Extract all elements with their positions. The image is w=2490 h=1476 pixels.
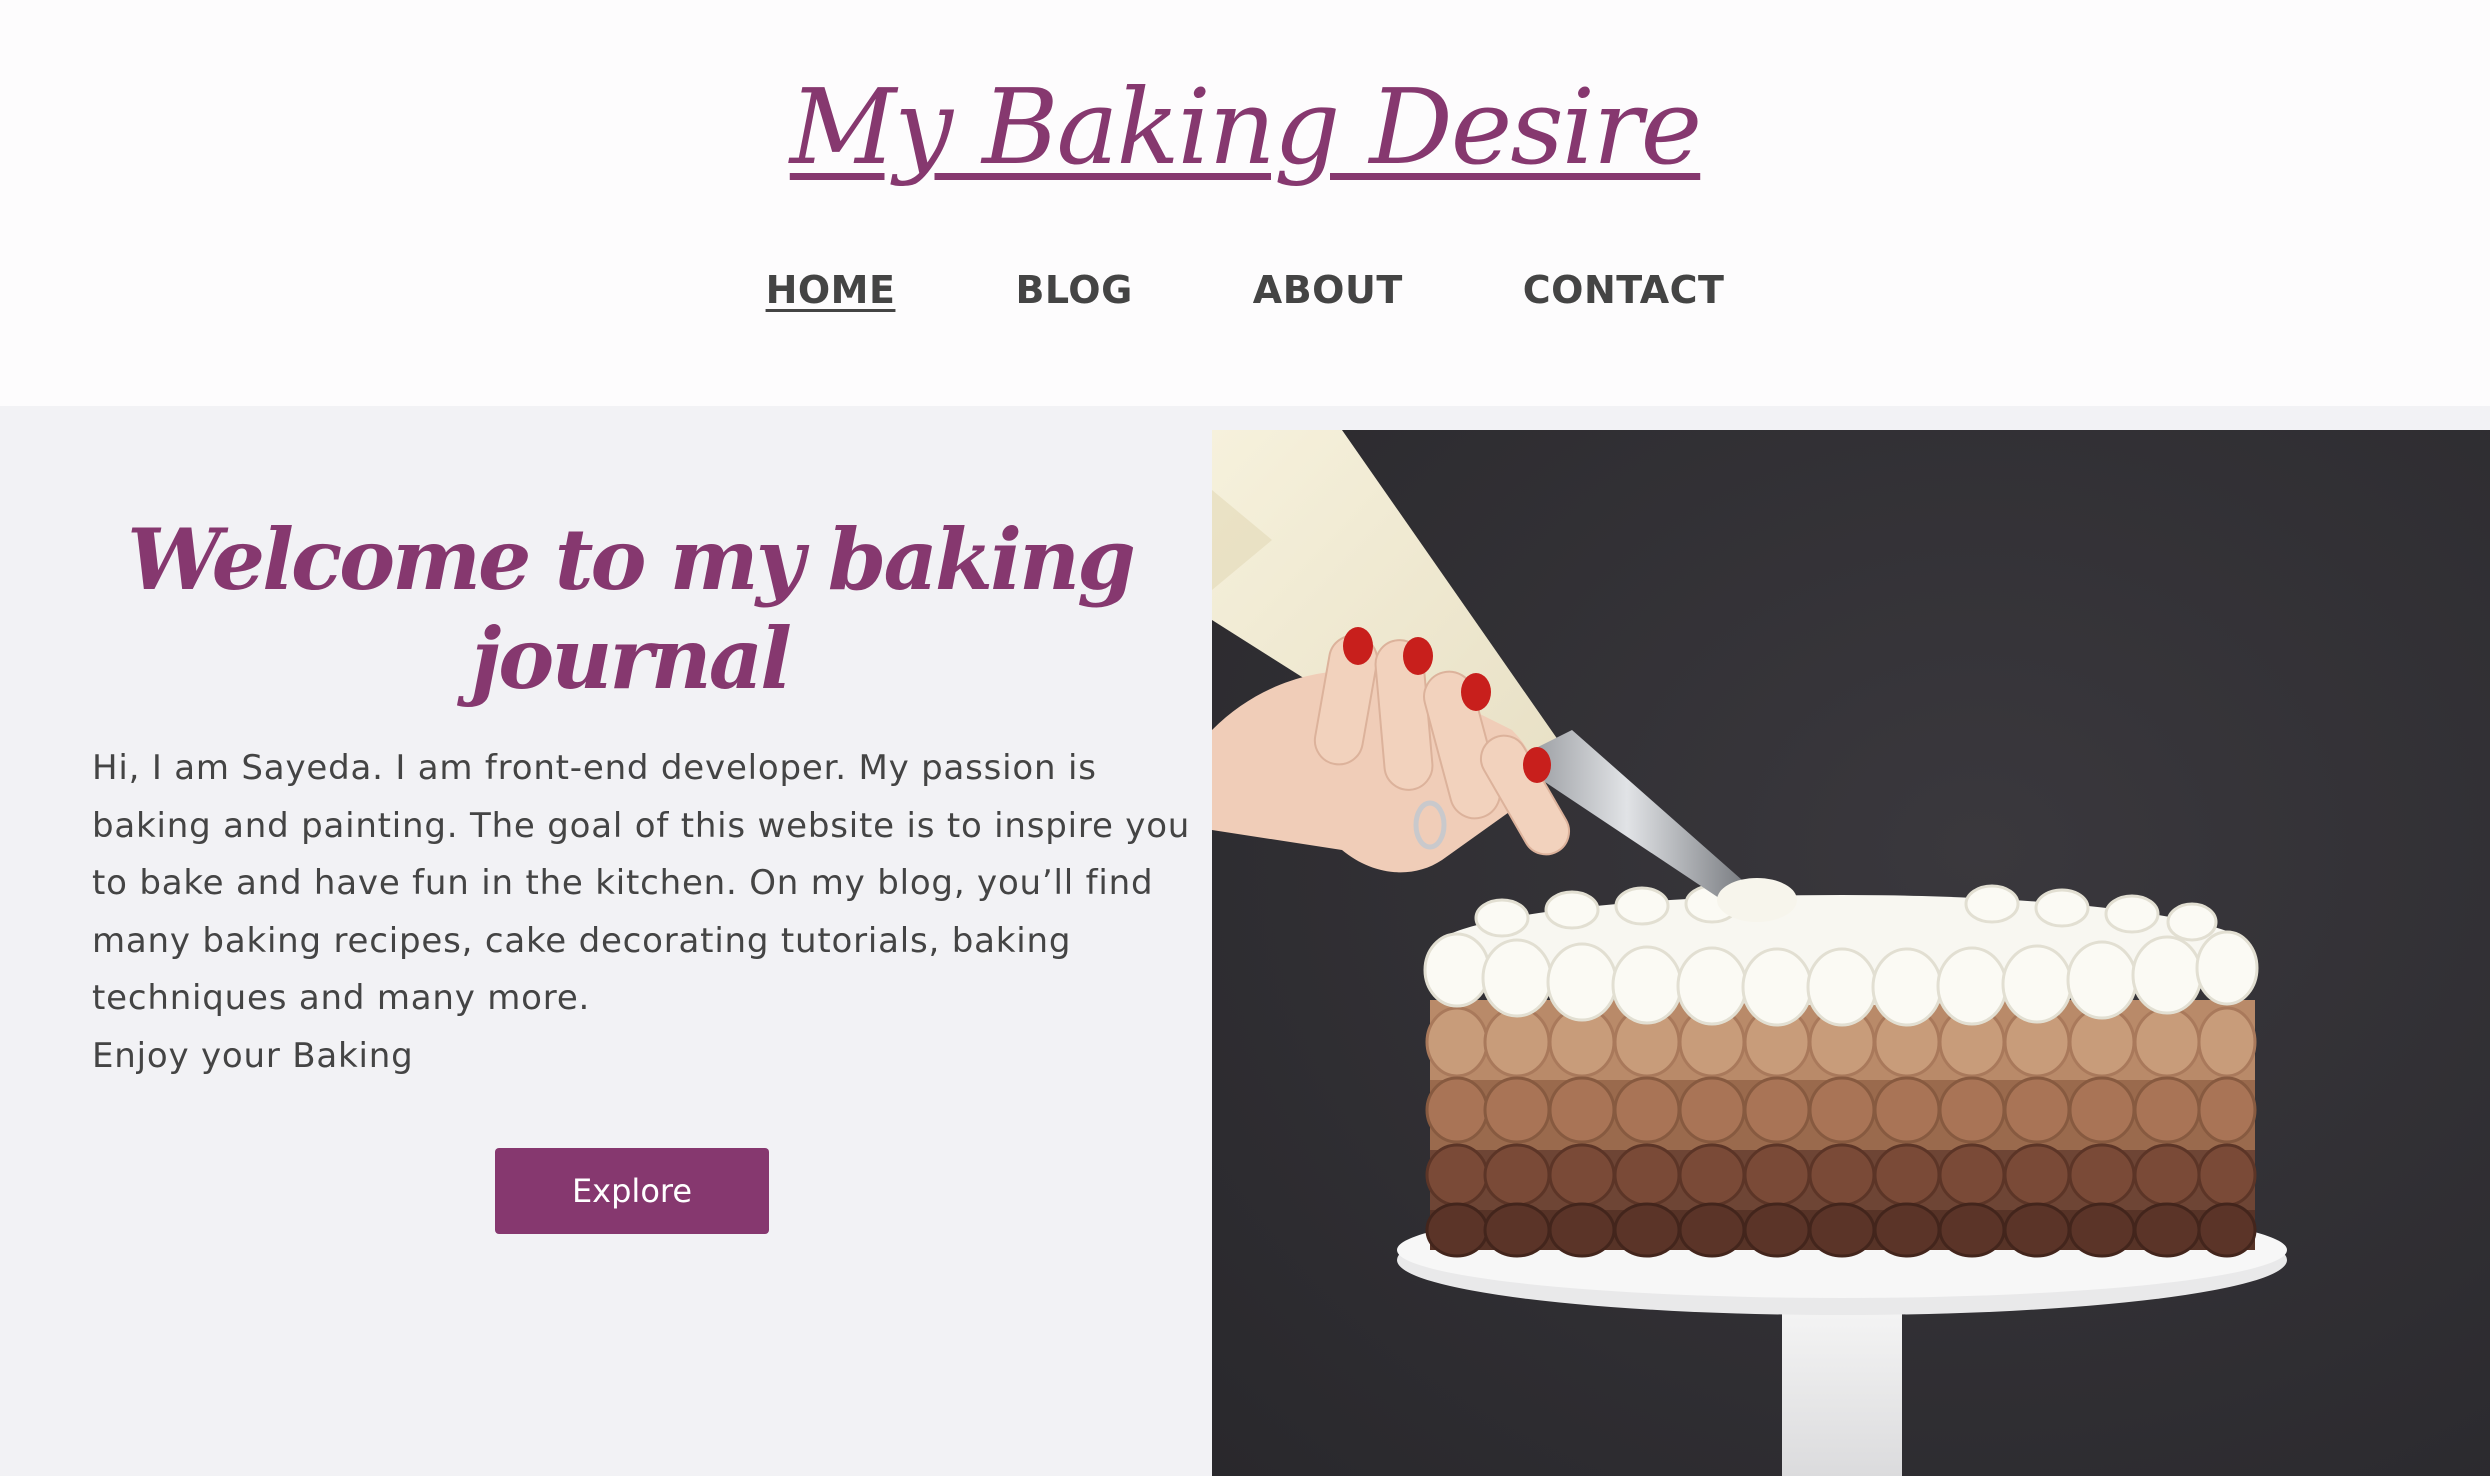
main-nav: HOME BLOG ABOUT CONTACT xyxy=(0,268,2490,312)
site-logo: My Baking Desire xyxy=(0,52,2490,202)
hero-cake-image xyxy=(1212,430,2490,1476)
site-title-link[interactable]: My Baking Desire xyxy=(790,66,1702,188)
nav-item-contact[interactable]: CONTACT xyxy=(1523,268,1725,312)
nav-item-home[interactable]: HOME xyxy=(766,268,896,312)
intro-paragraph: Hi, I am Sayeda. I am front-end develope… xyxy=(92,748,1191,1019)
site-header: My Baking Desire HOME BLOG ABOUT CONTACT xyxy=(0,0,2490,406)
nav-item-blog[interactable]: BLOG xyxy=(1015,268,1132,312)
explore-button[interactable]: Explore xyxy=(495,1148,769,1234)
closing-line: Enjoy your Baking xyxy=(92,1035,414,1076)
nav-item-about[interactable]: ABOUT xyxy=(1253,268,1403,312)
intro-text: Hi, I am Sayeda. I am front-end develope… xyxy=(92,740,1192,1086)
cake-photo-illustration xyxy=(1212,430,2490,1476)
hero-heading: Welcome to my baking journal xyxy=(127,510,1136,708)
